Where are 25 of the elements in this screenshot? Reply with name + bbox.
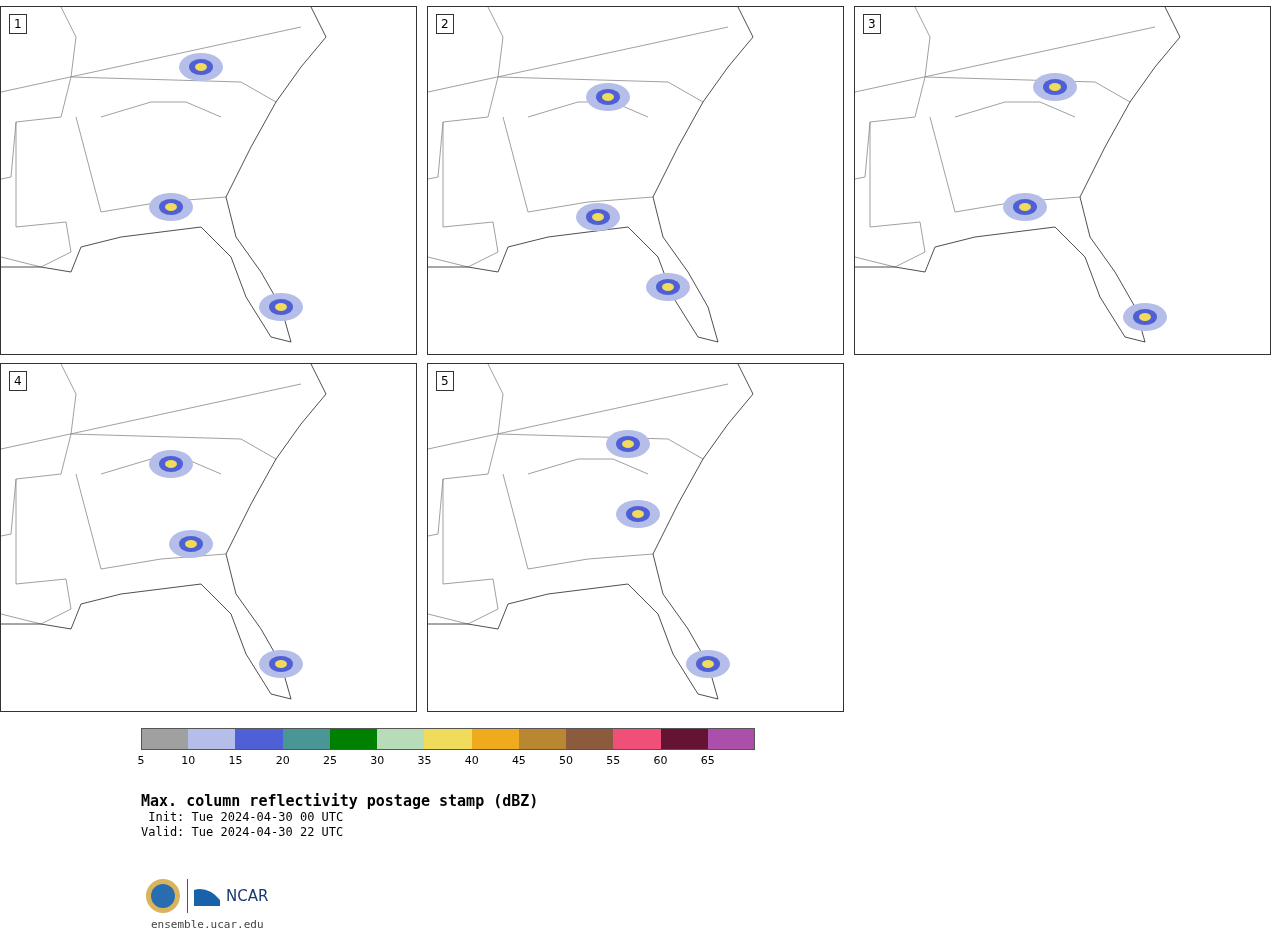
panel-number: 4 [9, 371, 27, 391]
logo-icon [194, 886, 220, 906]
panel-number: 5 [436, 371, 454, 391]
tick-label: 50 [559, 754, 574, 767]
seal-icon [145, 878, 181, 914]
logo-text: NCAR [226, 887, 269, 905]
tick-label: 65 [700, 754, 715, 767]
panel-number: 2 [436, 14, 454, 34]
init-time: Init: Tue 2024-04-30 00 UTC [147, 810, 345, 825]
tick-label: 30 [370, 754, 385, 767]
website-url: ensemble.ucar.edu [151, 918, 265, 931]
tick-label: 5 [137, 754, 145, 767]
tick-label: 40 [464, 754, 479, 767]
tick-label: 55 [606, 754, 621, 767]
panel-number: 3 [863, 14, 881, 34]
panel-number: 1 [9, 14, 27, 34]
tick-label: 25 [322, 754, 337, 767]
valid-time: Valid: Tue 2024-04-30 22 UTC [141, 825, 345, 840]
tick-label: 20 [275, 754, 290, 767]
tick-label: 60 [653, 754, 668, 767]
tick-label: 10 [181, 754, 196, 767]
tick-label: 45 [511, 754, 526, 767]
tick-label: 15 [228, 754, 243, 767]
tick-label: 35 [417, 754, 432, 767]
chart-title: Max. column reflectivity postage stamp (dBZ) [141, 792, 540, 810]
